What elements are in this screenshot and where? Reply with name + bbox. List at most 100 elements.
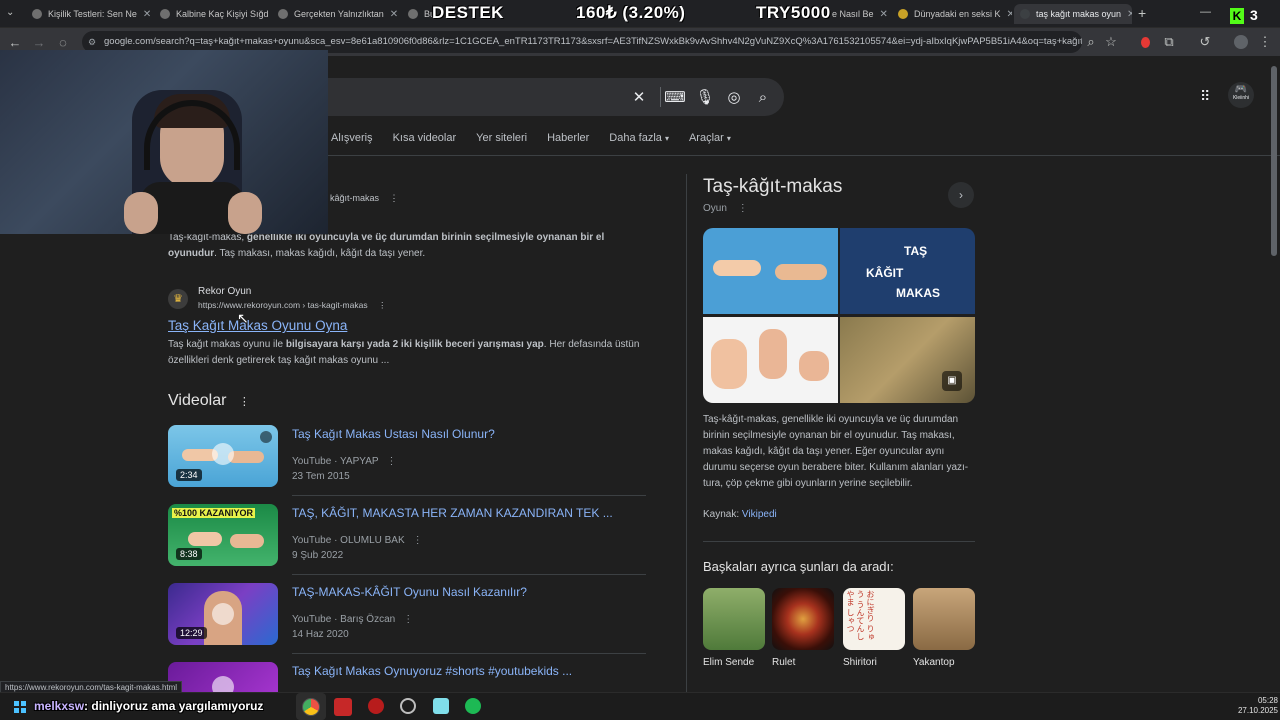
red-app-taskbar-icon[interactable] — [368, 698, 384, 714]
browser-tab[interactable]: Kişilik Testleri: Sen Ne ✕ — [26, 4, 150, 24]
account-avatar[interactable]: 🎮 Kleiinhi — [1228, 82, 1254, 108]
tab-close-icon[interactable]: ✕ — [880, 9, 888, 20]
also-searched-item[interactable]: おにぎり りゅう うんてんし やま しゃつ Shiritori — [843, 588, 905, 668]
video-date: 9 Şub 2022 — [292, 550, 344, 561]
video-divider — [292, 495, 646, 496]
kp-image-kids-playing[interactable]: ▣ — [840, 317, 975, 403]
result-more-icon[interactable]: ⋮ — [403, 614, 413, 625]
nav-tab-web-sites[interactable]: Yer siteleri — [476, 132, 527, 152]
tab-close-icon[interactable]: ✕ — [390, 9, 398, 20]
tab-close-icon[interactable]: ✕ — [143, 9, 150, 20]
browser-tab-active[interactable]: taş kağıt makas oyun ✕ — [1014, 4, 1132, 24]
app-taskbar-icon[interactable] — [334, 698, 352, 716]
also-searched-label: Yakantop — [913, 657, 955, 668]
result-more-icon[interactable]: ⋮ — [413, 535, 423, 546]
also-searched-item[interactable]: Yakantop — [913, 588, 975, 668]
browser-tab[interactable]: Kalbine Kaç Kişiyi Sığd ✕ — [154, 4, 268, 24]
kp-image-grid[interactable]: TAŞ KÂĞIT MAKAS ▣ — [703, 228, 975, 403]
tab-close-icon[interactable]: ✕ — [1127, 9, 1132, 20]
kp-image-word: KÂĞIT — [866, 266, 904, 280]
taskbar-clock[interactable]: 05:28 27.10.2025 — [1226, 696, 1278, 716]
video-source-text: YouTube · OLUMLU BAK — [292, 535, 405, 546]
video-duration: 8:38 — [176, 548, 202, 560]
kp-more-icon[interactable]: ⋮ — [738, 203, 748, 214]
back-arrow-icon[interactable]: ← — [6, 33, 24, 51]
browser-tab[interactable]: e Nasıl Be ✕ — [826, 4, 888, 24]
tab-search-chevron-icon[interactable]: ⌄ — [6, 7, 14, 18]
chat-text: : dinliyoruz ama yargılamıyoruz — [84, 699, 264, 713]
mouse-cursor-icon: ↖ — [237, 310, 249, 326]
kp-image-hand-gestures[interactable] — [703, 317, 838, 403]
extension-red-icon[interactable] — [1136, 33, 1154, 51]
stream-donation-banner: DESTEK 160₺ (3.20%) TRY5000 — [432, 3, 832, 27]
minimize-icon[interactable]: — — [1200, 6, 1211, 18]
kp-source-link[interactable]: Vikipedi — [742, 509, 777, 520]
keyboard-icon[interactable]: ⌨ — [664, 88, 686, 106]
video-result[interactable]: 2:34 Taş Kağıt Makas Ustası Nasıl Olunur… — [168, 425, 646, 487]
video-result[interactable]: 12:29 TAŞ-MAKAS-KÂĞIT Oyunu Nasıl Kazanı… — [168, 583, 646, 645]
also-searched-item[interactable]: Rulet — [772, 588, 834, 668]
browser-menu-icon[interactable]: ⋮ — [1256, 33, 1274, 51]
search-box[interactable]: ✕ ⌨ 🎙 ◎ ⌕ — [300, 78, 784, 116]
kp-next-button[interactable]: › — [948, 182, 974, 208]
tab-close-icon[interactable]: ✕ — [1007, 9, 1012, 20]
result-more-icon[interactable]: ⋮ — [390, 193, 399, 203]
nav-tab-short-videos[interactable]: Kısa videolar — [393, 132, 457, 152]
zoom-search-icon[interactable]: ⌕ — [1082, 33, 1100, 51]
windows-start-icon[interactable] — [14, 701, 26, 713]
video-thumbnail[interactable]: 12:29 — [168, 583, 278, 645]
nav-tab-tools[interactable]: Araçlar ▾ — [689, 132, 731, 152]
also-searched-label: Elim Sende — [703, 657, 755, 668]
tab-favicon-icon — [160, 9, 170, 19]
new-tab-plus-icon[interactable]: + — [1138, 5, 1146, 21]
obs-taskbar-icon[interactable] — [400, 698, 416, 714]
also-searched-item[interactable]: Elim Sende — [703, 588, 765, 668]
videos-heading-text: Videolar — [168, 392, 227, 409]
taskbar-active-indicator — [296, 693, 326, 720]
also-searched-label: Rulet — [772, 657, 796, 668]
hands-thumb-shape — [188, 532, 222, 546]
spotify-taskbar-icon[interactable] — [465, 698, 481, 714]
video-title[interactable]: Taş Kağıt Makas Ustası Nasıl Olunur? — [292, 427, 495, 441]
extensions-puzzle-icon[interactable]: ⧉ — [1160, 33, 1178, 51]
tab-label: taş kağıt makas oyun — [1036, 9, 1122, 19]
profile-avatar-icon[interactable] — [1232, 33, 1250, 51]
lens-camera-icon[interactable]: ◎ — [725, 88, 743, 106]
kp-image-hands[interactable] — [703, 228, 838, 314]
bookmark-star-icon[interactable]: ☆ — [1102, 33, 1120, 51]
search-icon[interactable]: ⌕ — [754, 88, 772, 106]
browser-tab[interactable]: Gerçekten Yalnızlıktan ✕ — [272, 4, 398, 24]
app-taskbar-icon[interactable] — [433, 698, 449, 714]
hands-thumb-shape — [230, 534, 264, 548]
loading-spinner-icon[interactable]: ◌ — [54, 33, 72, 51]
gallery-icon[interactable]: ▣ — [942, 371, 962, 391]
nav-tab-more[interactable]: Daha fazla ▾ — [609, 132, 669, 152]
page-scrollbar[interactable] — [1271, 66, 1277, 256]
result-more-icon[interactable]: ⋮ — [378, 300, 387, 310]
kp-subtitle-text: Oyun — [703, 203, 727, 214]
nav-tab-news[interactable]: Haberler — [547, 132, 589, 152]
video-title[interactable]: TAŞ-MAKAS-KÂĞIT Oyunu Nasıl Kazanılır? — [292, 585, 527, 599]
clear-x-icon[interactable]: ✕ — [630, 88, 648, 106]
browser-tab[interactable]: Dünyadaki en seksi K ✕ — [892, 4, 1012, 24]
forward-arrow-icon[interactable]: → — [30, 33, 48, 51]
history-icon[interactable]: ↺ — [1196, 33, 1214, 51]
video-thumbnail[interactable] — [168, 662, 278, 692]
video-title[interactable]: TAŞ, KÂĞIT, MAKASTA HER ZAMAN KAZANDIRAN… — [292, 506, 613, 520]
result2-title-link[interactable]: Taş Kağıt Makas Oyunu Oyna — [168, 318, 347, 333]
browser-tab[interactable]: Bu — [402, 4, 436, 24]
video-result[interactable]: %100 KAZANIYOR 8:38 TAŞ, KÂĞIT, MAKASTA … — [168, 504, 646, 566]
video-result[interactable]: Taş Kağıt Makas Oynuyoruz #shorts #youtu… — [168, 662, 646, 692]
microphone-icon[interactable]: 🎙 — [695, 88, 714, 106]
video-thumbnail[interactable]: 2:34 — [168, 425, 278, 487]
kp-image-word: TAŞ — [904, 244, 928, 258]
video-thumbnail[interactable]: %100 KAZANIYOR 8:38 — [168, 504, 278, 566]
section-more-icon[interactable]: ⋮ — [239, 396, 250, 408]
nav-tab-shopping[interactable]: Alışveriş — [331, 132, 373, 152]
tab-favicon-icon — [408, 9, 418, 19]
kp-image-rps-title[interactable]: TAŞ KÂĞIT MAKAS — [840, 228, 975, 314]
video-title[interactable]: Taş Kağıt Makas Oynuyoruz #shorts #youtu… — [292, 664, 572, 678]
apps-grid-icon[interactable]: ⠿ — [1200, 88, 1210, 105]
result-more-icon[interactable]: ⋮ — [387, 456, 397, 467]
result1-snippet: Taş-kâğıt-makas, genellikle iki oyuncuyl… — [168, 230, 648, 262]
